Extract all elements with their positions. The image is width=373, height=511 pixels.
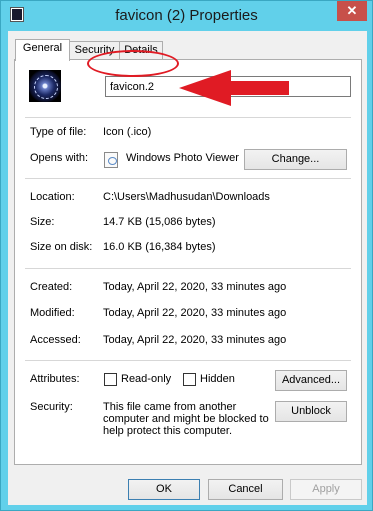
modified-value: Today, April 22, 2020, 33 minutes ago xyxy=(103,307,287,319)
divider xyxy=(25,360,351,361)
attributes-label: Attributes: xyxy=(30,373,80,385)
properties-window: favicon (2) Properties ✕ General Securit… xyxy=(0,0,373,511)
close-button[interactable]: ✕ xyxy=(337,1,367,21)
opens-with-value: Windows Photo Viewer xyxy=(126,152,239,164)
accessed-value: Today, April 22, 2020, 33 minutes ago xyxy=(103,334,287,346)
apply-button[interactable]: Apply xyxy=(290,479,362,500)
opens-with-label: Opens with: xyxy=(30,152,89,164)
size-on-disk-value: 16.0 KB (16,384 bytes) xyxy=(103,241,216,253)
divider xyxy=(25,117,351,118)
hidden-label: Hidden xyxy=(200,373,235,385)
general-panel: Type of file: Icon (.ico) Opens with: Wi… xyxy=(14,59,362,465)
annotation-arrow-icon xyxy=(179,70,289,106)
readonly-label: Read-only xyxy=(121,373,172,385)
created-value: Today, April 22, 2020, 33 minutes ago xyxy=(103,281,287,293)
change-button[interactable]: Change... xyxy=(244,149,347,170)
location-label: Location: xyxy=(30,191,75,203)
modified-label: Modified: xyxy=(30,307,75,319)
security-text: This file came from another computer and… xyxy=(103,401,269,437)
close-icon: ✕ xyxy=(346,3,358,18)
type-value: Icon (.ico) xyxy=(103,126,152,138)
readonly-checkbox[interactable] xyxy=(104,373,117,386)
ok-button[interactable]: OK xyxy=(128,479,200,500)
size-label: Size: xyxy=(30,216,55,228)
divider xyxy=(25,178,351,179)
created-label: Created: xyxy=(30,281,73,293)
divider xyxy=(25,268,351,269)
accessed-label: Accessed: xyxy=(30,334,81,346)
title-bar[interactable]: favicon (2) Properties ✕ xyxy=(1,1,372,31)
unblock-button[interactable]: Unblock xyxy=(275,401,347,422)
photo-viewer-icon xyxy=(104,152,118,168)
size-on-disk-label: Size on disk: xyxy=(30,241,93,253)
favicon-thumbnail-icon xyxy=(29,70,61,102)
type-label: Type of file: xyxy=(30,126,87,138)
cancel-button[interactable]: Cancel xyxy=(208,479,283,500)
security-label: Security: xyxy=(30,401,73,413)
annotation-ellipse xyxy=(87,50,179,77)
hidden-checkbox[interactable] xyxy=(183,373,196,386)
window-title: favicon (2) Properties xyxy=(115,7,258,24)
size-value: 14.7 KB (15,086 bytes) xyxy=(103,216,216,228)
advanced-button[interactable]: Advanced... xyxy=(275,370,347,391)
location-value: C:\Users\Madhusudan\Downloads xyxy=(103,191,270,203)
tab-general[interactable]: General xyxy=(15,39,70,61)
